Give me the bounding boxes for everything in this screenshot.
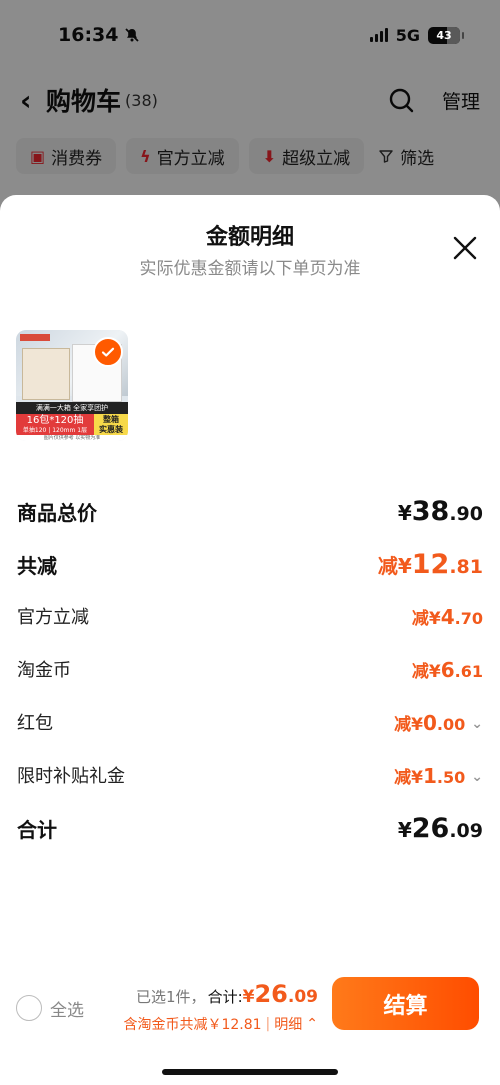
row-official-reduce: 官方立减 减¥ 4 .70	[0, 596, 500, 636]
battery-level: 43	[436, 28, 452, 42]
home-indicator	[162, 1069, 338, 1075]
row-value: 减¥ 4 .70	[411, 604, 483, 629]
select-all-label: 全选	[50, 1000, 84, 1021]
row-label: 合计	[17, 817, 57, 842]
product-promo-sub: 单抽120 | 120mm 1层	[22, 427, 88, 434]
row-label: 限时补贴礼金	[17, 766, 125, 787]
row-subsidy[interactable]: 限时补贴礼金 减¥ 1 .50 ⌄	[0, 755, 500, 795]
row-label: 红包	[17, 713, 53, 734]
row-total-price: 商品总价 ¥ 38 .90	[0, 491, 500, 531]
row-label: 共减	[17, 553, 57, 578]
row-label: 淘金币	[17, 660, 71, 681]
total-amount: ¥ 26 .09	[242, 980, 318, 1008]
row-total-reduce: 共减 减¥ 12 .81	[0, 544, 500, 584]
checkout-button[interactable]: 结算	[332, 977, 479, 1030]
summary-total-line: 已选1件， 合计: ¥ 26 .09	[123, 980, 318, 1008]
selected-check-badge[interactable]	[93, 337, 123, 367]
sheet-subtitle: 实际优惠金额请以下单页为准	[139, 259, 361, 279]
product-badge-line2: 实惠装	[99, 425, 123, 434]
select-all-toggle[interactable]: 全选	[16, 995, 84, 1021]
select-all-radio[interactable]	[16, 995, 42, 1021]
separator: |	[265, 1016, 271, 1032]
row-label: 官方立减	[17, 607, 89, 628]
product-promo: 16包*120抽 单抽120 | 120mm 1层	[16, 414, 94, 435]
brand-logo	[20, 334, 50, 341]
row-value: 减¥ 1 .50 ⌄	[394, 763, 483, 788]
row-value: ¥ 26 .09	[397, 812, 483, 844]
product-band-text: 满满一大箱 全家享团护	[16, 402, 128, 414]
product-promo-main: 16包*120抽	[26, 415, 84, 426]
saving-line[interactable]: 含淘金币共减￥12.81 | 明细 ⌃	[123, 1014, 318, 1034]
row-taojinbi: 淘金币 减¥ 6 .61	[0, 649, 500, 689]
row-sum: 合计 ¥ 26 .09	[0, 808, 500, 848]
detail-link[interactable]: 明细	[274, 1014, 302, 1034]
row-value: 减¥ 0 .00 ⌄	[394, 710, 483, 735]
chevron-up-icon: ⌃	[306, 1016, 318, 1032]
row-value: 减¥ 12 .81	[377, 548, 483, 580]
row-hongbao[interactable]: 红包 减¥ 0 .00 ⌄	[0, 702, 500, 742]
close-icon[interactable]	[452, 235, 478, 261]
product-badge: 整箱 实惠装	[94, 414, 128, 435]
chevron-down-icon: ⌄	[471, 716, 483, 732]
row-value: ¥ 38 .90	[397, 495, 483, 527]
order-summary: 已选1件， 合计: ¥ 26 .09 含淘金币共减￥12.81 | 明细 ⌃	[123, 980, 318, 1034]
product-badge-line1: 整箱	[103, 415, 119, 424]
row-label: 商品总价	[17, 500, 97, 525]
amount-detail-sheet: 金额明细 实际优惠金额请以下单页为准	[0, 195, 500, 1085]
row-value: 减¥ 6 .61	[411, 657, 483, 682]
check-icon	[101, 347, 115, 357]
chevron-down-icon: ⌄	[471, 769, 483, 785]
saving-text: 含淘金币共减￥12.81	[123, 1017, 262, 1033]
sheet-title: 金额明细	[205, 225, 294, 250]
product-footer-text: 图片仅供参考 以实物为准	[16, 435, 128, 441]
total-label: 合计:	[207, 988, 243, 1006]
selected-count: 已选1件，	[136, 988, 206, 1006]
